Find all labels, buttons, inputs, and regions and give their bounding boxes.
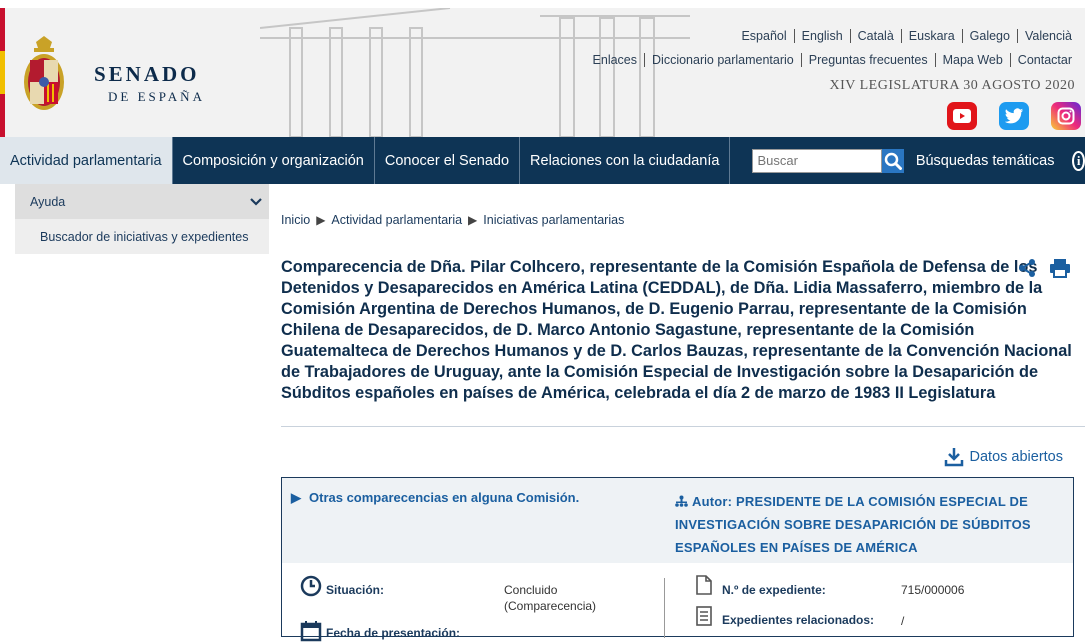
open-data-link[interactable]: Datos abiertos (944, 447, 1064, 467)
breadcrumb-inicio[interactable]: Inicio (281, 213, 310, 227)
clock-icon (300, 575, 322, 597)
nav-conocer-senado[interactable]: Conocer el Senado (375, 137, 521, 184)
brand-subtitle: DE ESPAÑA (108, 89, 205, 104)
sidebar-item-buscador[interactable]: Buscador de iniciativas y expedientes (15, 219, 269, 254)
social-links (947, 102, 1081, 130)
brand[interactable]: SENADO DE ESPAÑA (94, 62, 205, 105)
lang-link-eu[interactable]: Euskara (900, 29, 962, 43)
list-document-icon (696, 606, 712, 626)
site-header: SENADO DE ESPAÑA Español English Català … (0, 8, 1085, 137)
search-button[interactable] (882, 148, 904, 173)
sidebar-section-label: Ayuda (30, 194, 66, 209)
hierarchy-icon (675, 495, 688, 507)
senado-coat-of-arms-logo[interactable] (18, 36, 70, 114)
nav-relaciones-ciudadania[interactable]: Relaciones con la ciudadanía (520, 137, 731, 184)
situation-value: Concluido (Comparecencia) (504, 583, 597, 613)
search-icon (884, 152, 903, 170)
breadcrumb-separator-icon: ▶ (468, 213, 478, 227)
caret-right-icon: ▶ (291, 490, 301, 505)
flag-stripe-yellow (0, 51, 5, 94)
breadcrumb: Inicio ▶ Actividad parlamentaria ▶ Inici… (281, 213, 624, 227)
panel-body: Situación: Concluido (Comparecencia) Fec… (282, 563, 1073, 642)
lang-link-gl[interactable]: Galego (961, 29, 1017, 43)
download-icon (944, 448, 963, 467)
initiative-detail-panel: ▶ Otras comparecencias en alguna Comisió… (281, 477, 1074, 642)
lang-link-en[interactable]: English (793, 29, 850, 43)
expediente-value: 715/000006 (901, 583, 965, 597)
chevron-down-icon (250, 197, 262, 206)
link-enlaces[interactable]: Enlaces (586, 53, 644, 67)
link-diccionario[interactable]: Diccionario parlamentario (644, 53, 801, 67)
calendar-icon (300, 621, 322, 642)
page-title: Comparecencia de Dña. Pilar Colhcero, re… (281, 258, 1072, 402)
lang-link-va[interactable]: Valencià (1016, 29, 1079, 43)
legislature-date: XIV LEGISLATURA 30 AGOSTO 2020 (829, 78, 1075, 93)
link-contactar[interactable]: Contactar (1009, 53, 1079, 67)
sidebar: Ayuda Buscador de iniciativas y expedien… (15, 184, 269, 625)
column-divider (664, 578, 665, 638)
title-divider (281, 426, 1085, 427)
twitter-icon[interactable] (999, 102, 1029, 130)
print-icon[interactable] (1049, 258, 1071, 278)
situation-label: Situación: (326, 583, 385, 597)
share-icon[interactable] (1017, 258, 1037, 278)
utility-links: Enlaces Diccionario parlamentario Pregun… (586, 53, 1079, 67)
search-input[interactable] (752, 148, 883, 173)
building-background-image (260, 8, 690, 137)
breadcrumb-actividad[interactable]: Actividad parlamentaria (331, 213, 462, 227)
sidebar-section-ayuda[interactable]: Ayuda (15, 184, 269, 219)
title-actions (1017, 258, 1071, 278)
document-icon (696, 575, 712, 595)
instagram-icon[interactable] (1051, 102, 1081, 130)
other-appearances-label: Otras comparecencias en alguna Comisión. (309, 490, 580, 505)
youtube-icon[interactable] (947, 102, 977, 130)
lang-link-ca[interactable]: Català (849, 29, 901, 43)
main-navigation: Actividad parlamentaria Composición y or… (0, 137, 1085, 184)
brand-name: SENADO (94, 62, 200, 86)
other-appearances-link[interactable]: ▶ Otras comparecencias en alguna Comisió… (291, 490, 579, 506)
nav-actividad-parlamentaria[interactable]: Actividad parlamentaria (0, 137, 173, 184)
breadcrumb-separator-icon: ▶ (316, 213, 326, 227)
nav-composicion-organizacion[interactable]: Composición y organización (173, 137, 375, 184)
panel-header: ▶ Otras comparecencias en alguna Comisió… (282, 478, 1073, 563)
nav-busquedas-tematicas[interactable]: Búsquedas temáticas (916, 153, 1055, 169)
author-text: Autor: PRESIDENTE DE LA COMISIÓN ESPECIA… (675, 494, 1031, 555)
open-data-label: Datos abiertos (969, 449, 1064, 465)
language-selector: Español English Català Euskara Galego Va… (734, 29, 1079, 43)
link-preguntas[interactable]: Preguntas frecuentes (800, 53, 935, 67)
related-expedientes-value[interactable]: / (901, 613, 904, 629)
link-mapa-web[interactable]: Mapa Web (934, 53, 1010, 67)
breadcrumb-iniciativas[interactable]: Iniciativas parlamentarias (483, 213, 624, 227)
presentation-date-label: Fecha de presentación: (326, 626, 461, 640)
lang-link-es[interactable]: Español (734, 29, 793, 43)
expediente-label: N.º de expediente: (722, 583, 826, 597)
author-info: Autor: PRESIDENTE DE LA COMISIÓN ESPECIA… (675, 490, 1055, 559)
info-icon[interactable]: i (1072, 150, 1085, 171)
